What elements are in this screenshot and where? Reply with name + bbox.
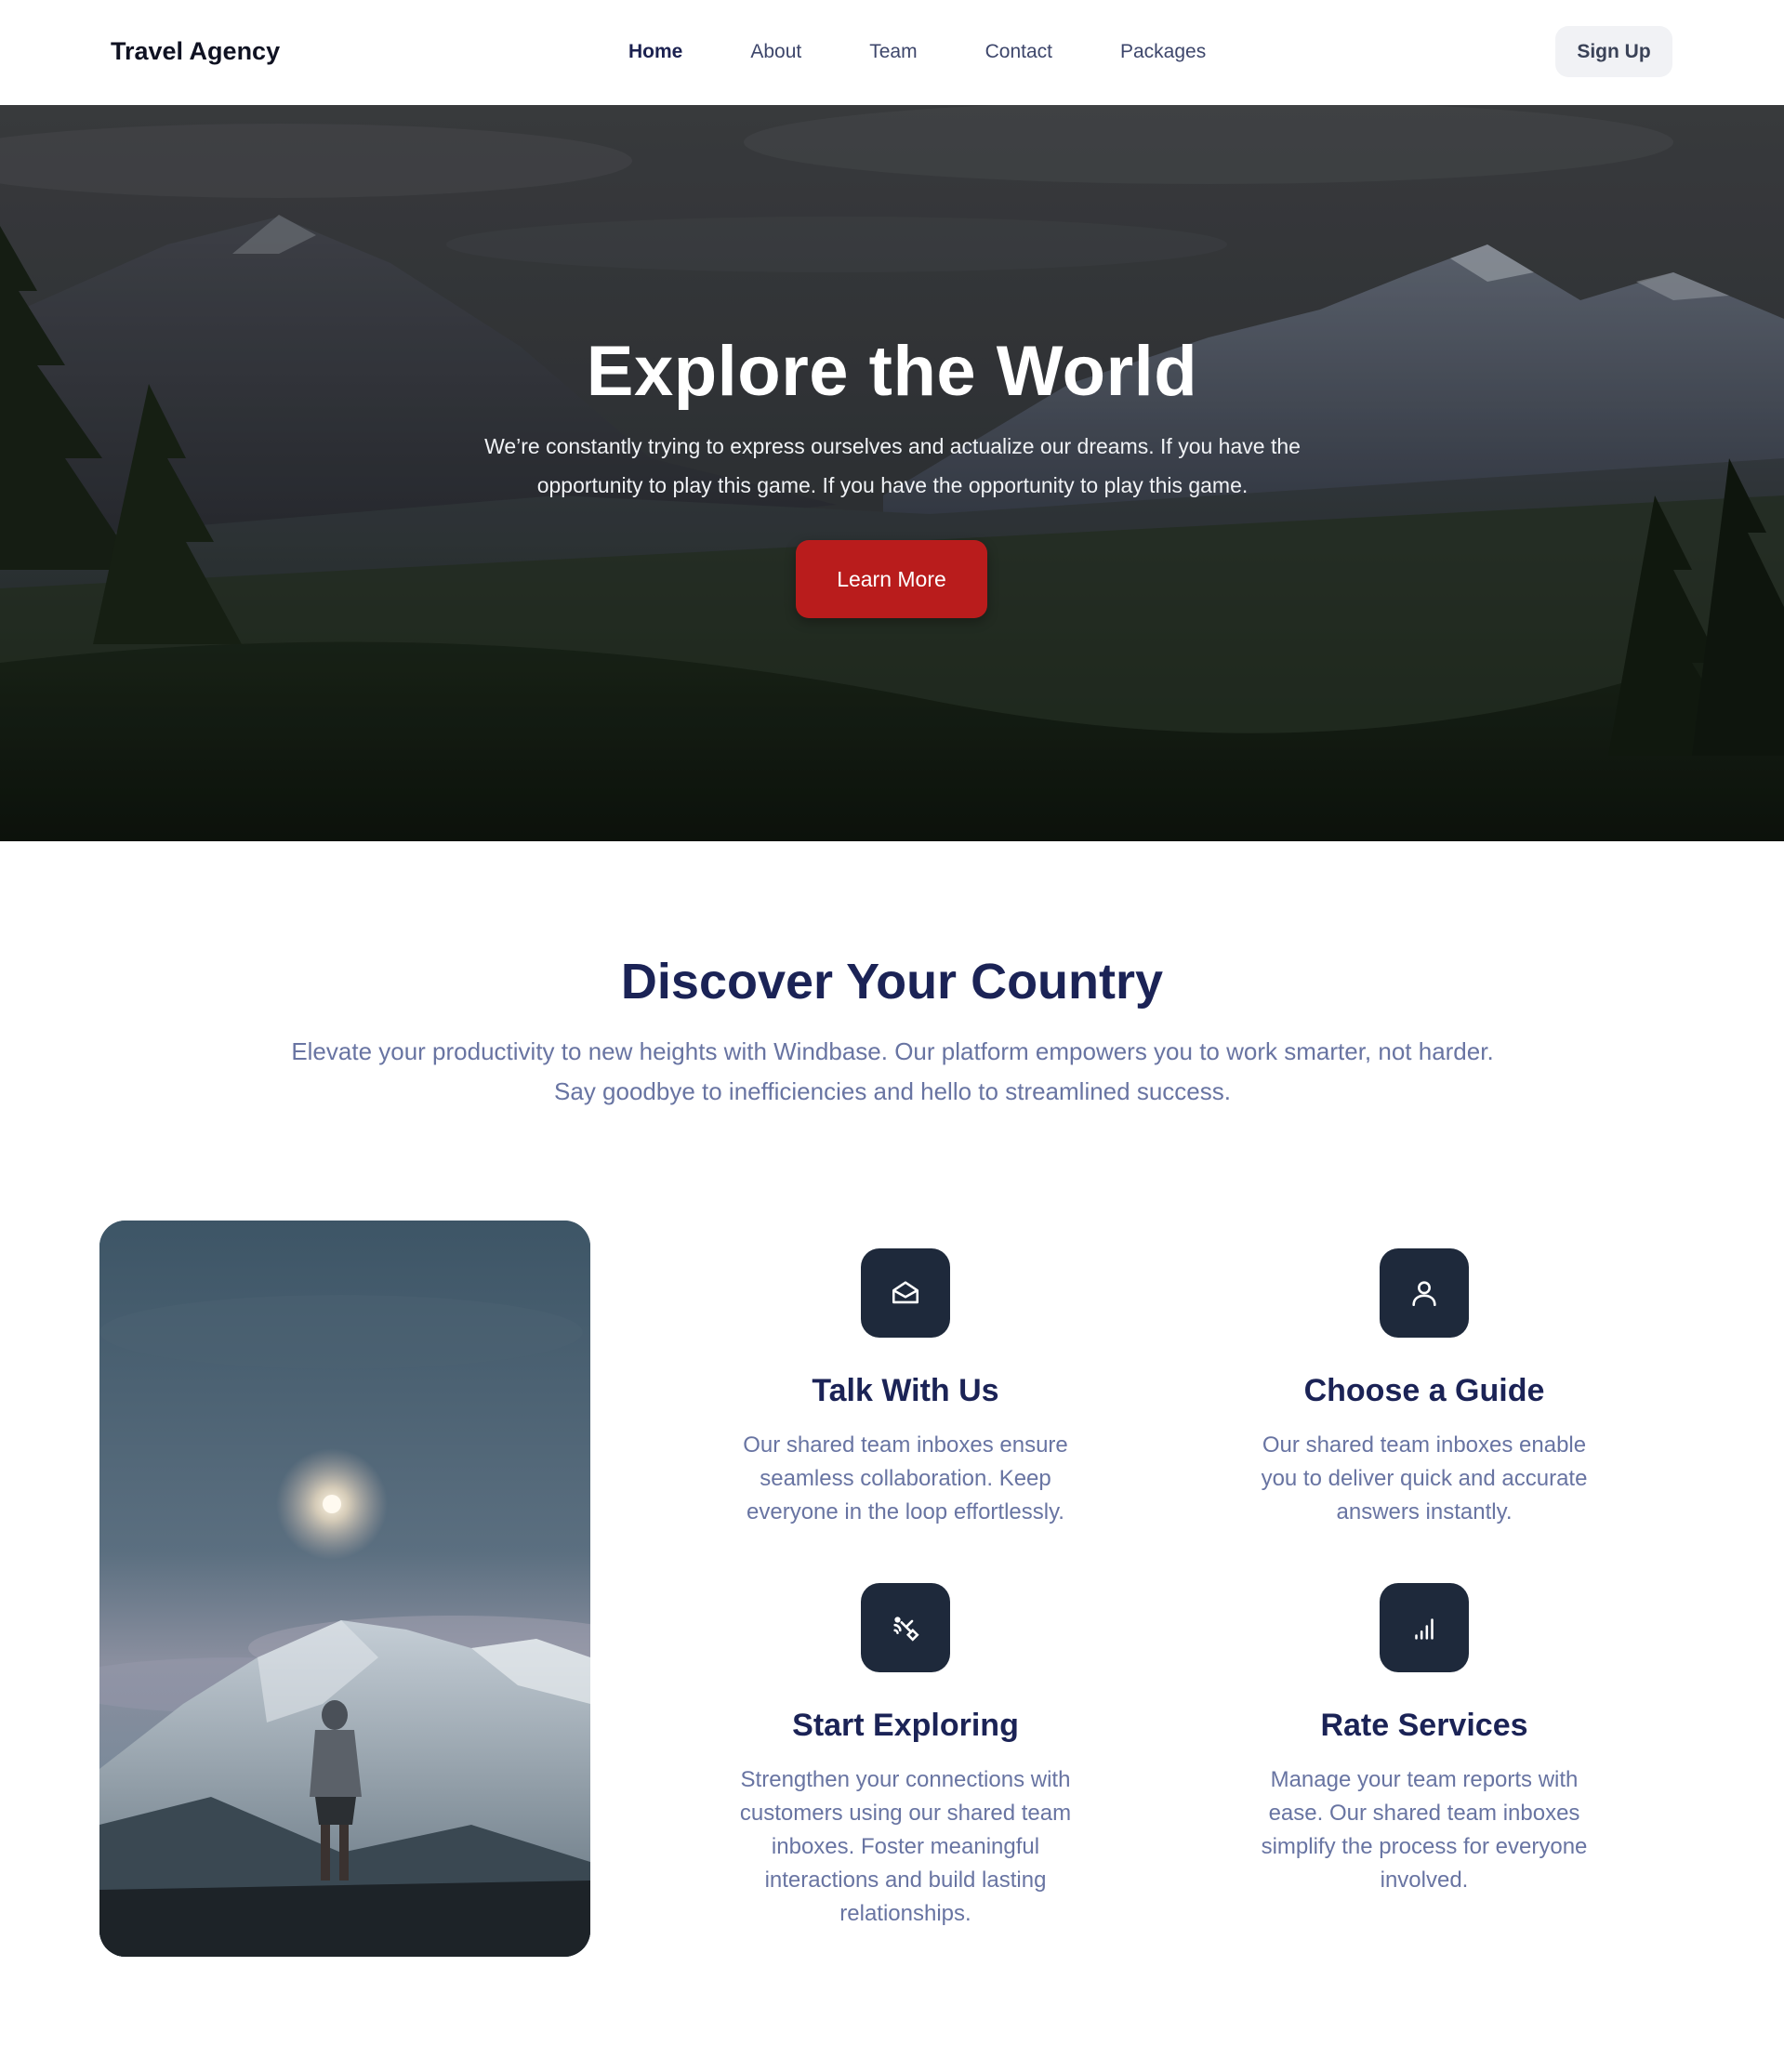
hero-title: Explore the World: [586, 332, 1198, 411]
learn-more-button[interactable]: Learn More: [796, 540, 987, 618]
hero-description: We’re constantly trying to express ourse…: [484, 434, 1301, 497]
feature-title: Rate Services: [1320, 1708, 1528, 1743]
section-subtitle: Elevate your productivity to new heights…: [291, 1037, 1494, 1105]
satellite-icon: [861, 1583, 950, 1672]
sign-up-button[interactable]: Sign Up: [1555, 26, 1672, 77]
main-nav: Home About Team Contact Packages: [628, 41, 1274, 63]
feature-title: Choose a Guide: [1303, 1373, 1545, 1408]
feature-description: Strengthen your connections with custome…: [739, 1767, 1072, 1926]
signal-bars-icon: [1380, 1583, 1469, 1672]
user-icon: [1380, 1248, 1469, 1338]
navbar: Travel Agency Home About Team Contact Pa…: [0, 0, 1784, 105]
feature-description: Manage your team reports with ease. Our …: [1261, 1767, 1588, 1893]
brand-logo-text[interactable]: Travel Agency: [111, 37, 280, 66]
feature-description: Our shared team inboxes ensure seamless …: [743, 1432, 1068, 1524]
nav-link-team[interactable]: Team: [869, 41, 917, 63]
hero-section: Explore the World We’re constantly tryin…: [0, 105, 1784, 841]
section-title: Discover Your Country: [620, 954, 1164, 1010]
nav-link-contact[interactable]: Contact: [985, 41, 1052, 63]
feature-description: Our shared team inboxes enable you to de…: [1261, 1432, 1588, 1524]
open-envelope-icon: [861, 1248, 950, 1338]
nav-link-about[interactable]: About: [750, 41, 801, 63]
feature-title: Talk With Us: [812, 1373, 999, 1408]
feature-title: Start Exploring: [792, 1708, 1019, 1743]
nav-link-home[interactable]: Home: [628, 41, 682, 63]
hiker-mountain-image: [99, 1221, 590, 1957]
nav-link-packages[interactable]: Packages: [1120, 41, 1206, 63]
